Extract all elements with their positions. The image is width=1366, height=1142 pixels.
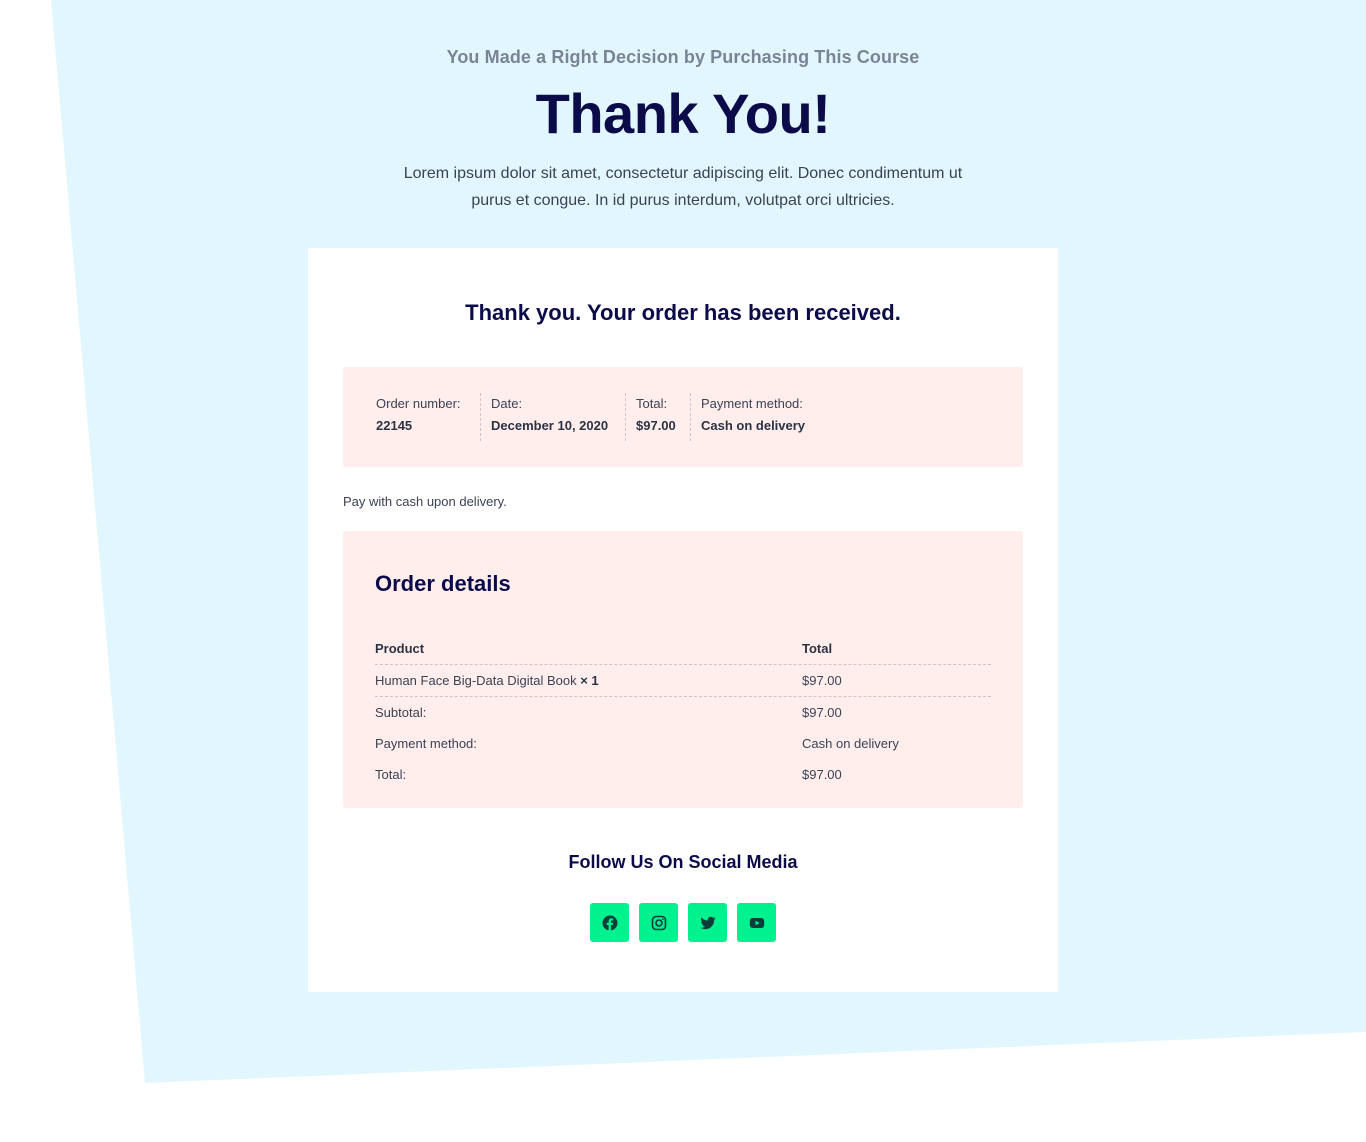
facebook-button[interactable] [590, 903, 629, 942]
hero-kicker: You Made a Right Decision by Purchasing … [446, 47, 920, 67]
table-row: Total: $97.00 [375, 759, 991, 790]
order-payment-method: Payment method: Cash on delivery [701, 393, 805, 441]
table-row: Subtotal: $97.00 [375, 697, 991, 728]
page-title: Thank You! [535, 82, 831, 145]
overview-divider [480, 393, 481, 441]
hero-description: Lorem ipsum dolor sit amet, consectetur … [403, 165, 963, 209]
twitter-icon [700, 916, 715, 929]
order-date-value: December 10, 2020 [491, 418, 609, 433]
social-media-title: Follow Us On Social Media [568, 852, 798, 872]
product-total: $97.00 [802, 673, 842, 688]
column-header-total: Total [802, 641, 833, 656]
order-received-heading: Thank you. Your order has been received. [465, 300, 901, 325]
payment-method-value: Cash on delivery [701, 418, 806, 433]
total-label: Total: [375, 767, 407, 782]
order-number-value: 22145 [376, 418, 413, 433]
order-date-label: Date: [491, 396, 523, 411]
social-icons [590, 903, 776, 942]
order-details: Order details Product Total Human Face B… [343, 531, 1023, 808]
order-details-title: Order details [375, 571, 511, 596]
overview-divider [625, 393, 626, 441]
product-name-link[interactable]: Human Face Big-Data Digital Book [375, 673, 577, 688]
order-total: Total: $97.00 [636, 393, 676, 441]
youtube-button[interactable] [737, 903, 776, 942]
table-row: Human Face Big-Data Digital Book × 1 $97… [375, 665, 991, 697]
order-number: Order number: 22145 [376, 393, 461, 441]
subtotal-value: $97.00 [802, 705, 842, 720]
order-overview: Order number: 22145 Date: December 10, 2… [343, 367, 1023, 467]
total-value: $97.00 [802, 767, 842, 782]
facebook-icon [602, 915, 617, 931]
instagram-button[interactable] [639, 903, 678, 942]
overview-divider [690, 393, 691, 441]
payment-note: Pay with cash upon delivery. [343, 494, 507, 509]
order-date: Date: December 10, 2020 [491, 393, 608, 441]
subtotal-label: Subtotal: [375, 705, 427, 720]
column-header-product: Product [375, 641, 425, 656]
twitter-button[interactable] [688, 903, 727, 942]
product-quantity: × 1 [580, 673, 599, 688]
product-cell: Human Face Big-Data Digital Book × 1 [375, 673, 599, 688]
order-number-label: Order number: [376, 396, 461, 411]
payment-method-row-label: Payment method: [375, 736, 477, 751]
payment-method-label: Payment method: [701, 396, 803, 411]
table-header-row: Product Total [375, 633, 991, 665]
order-card: Thank you. Your order has been received.… [308, 248, 1058, 992]
youtube-icon [749, 917, 764, 928]
instagram-icon [651, 915, 666, 930]
order-total-label: Total: [636, 396, 668, 411]
payment-method-row-value: Cash on delivery [802, 736, 899, 751]
order-total-value: $97.00 [636, 418, 676, 433]
table-row: Payment method: Cash on delivery [375, 728, 991, 759]
